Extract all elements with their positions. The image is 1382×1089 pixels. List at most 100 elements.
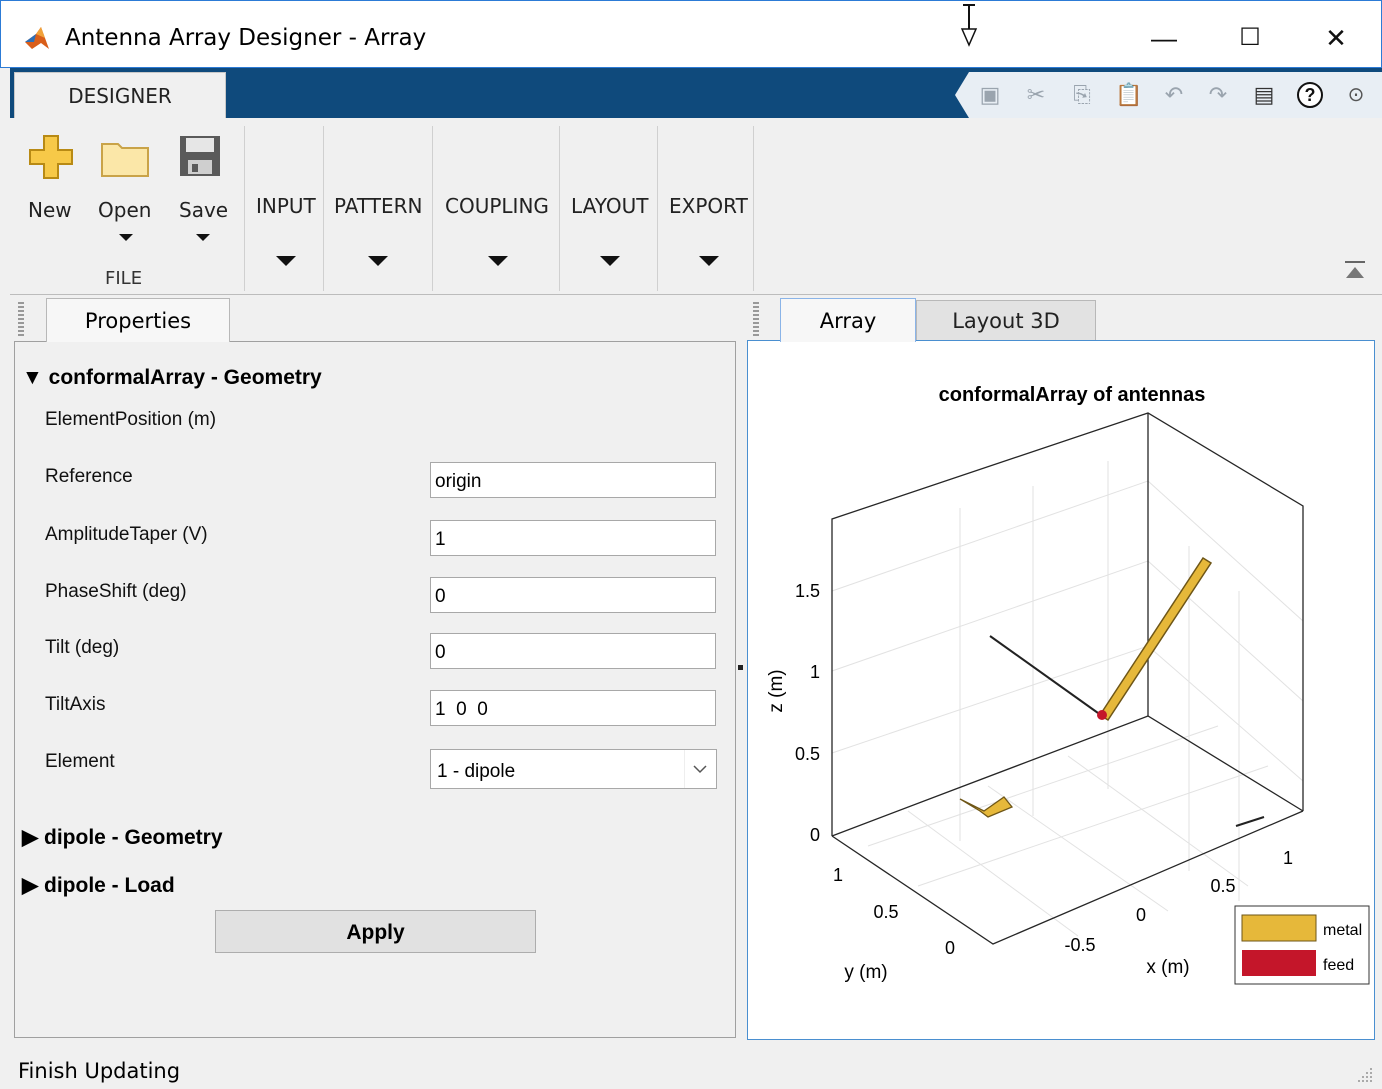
close-button[interactable]: ✕ bbox=[1306, 15, 1366, 61]
legend-metal-swatch bbox=[1241, 914, 1317, 942]
phase-shift-label: PhaseShift (deg) bbox=[45, 581, 187, 602]
reference-field[interactable]: origin bbox=[430, 462, 716, 498]
collapse-ribbon-icon[interactable] bbox=[1344, 260, 1366, 280]
section-conformal-geometry-label: conformalArray - Geometry bbox=[48, 366, 322, 389]
chart-legend: metal feed bbox=[1234, 905, 1370, 985]
open-folder-icon[interactable] bbox=[100, 138, 150, 178]
redo-icon[interactable]: ↷ bbox=[1205, 82, 1231, 108]
phase-shift-field[interactable]: 0 bbox=[430, 577, 716, 613]
x-tick-0.5: 0.5 bbox=[1210, 876, 1235, 896]
chevron-down-icon[interactable]: ⊙ bbox=[1343, 82, 1369, 108]
title-bar: Antenna Array Designer - Array — ☐ ✕ bbox=[0, 0, 1382, 68]
x-tick-minus0.5: -0.5 bbox=[1064, 935, 1095, 955]
dipole-element-1 bbox=[1098, 556, 1213, 722]
y-tick-0: 0 bbox=[945, 938, 955, 958]
feed-point bbox=[1097, 710, 1107, 720]
dipole-element-3 bbox=[1235, 816, 1265, 827]
collapsed-triangle-icon: ▶ bbox=[22, 874, 39, 897]
file-group-label: FILE bbox=[105, 268, 143, 289]
save-button[interactable]: Save bbox=[179, 198, 228, 222]
section-dipole-load[interactable]: ▶ dipole - Load bbox=[22, 873, 175, 898]
input-menu-button[interactable]: INPUT bbox=[256, 194, 316, 218]
tab-layout-3d[interactable]: Layout 3D bbox=[916, 300, 1096, 341]
layout-menu-button[interactable]: LAYOUT bbox=[571, 194, 648, 218]
pattern-menu-button[interactable]: PATTERN bbox=[334, 194, 423, 218]
coupling-menu-button[interactable]: COUPLING bbox=[445, 194, 549, 218]
status-text: Finish Updating bbox=[18, 1059, 181, 1083]
legend-feed-label: feed bbox=[1323, 957, 1354, 974]
save-disk-icon[interactable] bbox=[178, 134, 222, 178]
window-title: Antenna Array Designer - Array bbox=[65, 25, 427, 51]
element-position-label: ElementPosition (m) bbox=[45, 409, 217, 430]
dipole-element-2 bbox=[959, 796, 1014, 818]
section-dipole-load-label: dipole - Load bbox=[44, 874, 175, 897]
tab-designer[interactable]: DESIGNER bbox=[14, 72, 226, 118]
matlab-logo-icon bbox=[25, 27, 49, 49]
z-tick-0.5: 0.5 bbox=[795, 744, 820, 764]
y-tick-1: 1 bbox=[833, 865, 843, 885]
layout-caret-icon[interactable] bbox=[600, 256, 620, 266]
tab-properties[interactable]: Properties bbox=[46, 298, 230, 342]
quick-access-toolbar: ▣ ✂ ⎘ 📋 ↶ ↷ ▤ ? ⊙ bbox=[955, 72, 1382, 118]
amplitude-taper-field[interactable]: 1 bbox=[430, 520, 716, 556]
section-dipole-geometry-label: dipole - Geometry bbox=[44, 826, 223, 849]
collapsed-triangle-icon: ▶ bbox=[22, 826, 39, 849]
panel-grip-icon[interactable] bbox=[18, 302, 24, 338]
splitter-handle[interactable] bbox=[738, 665, 743, 670]
help-icon[interactable]: ? bbox=[1297, 82, 1323, 108]
apply-button[interactable]: Apply bbox=[215, 910, 536, 953]
section-dipole-geometry[interactable]: ▶ dipole - Geometry bbox=[22, 825, 223, 850]
minimize-button[interactable]: — bbox=[1134, 15, 1194, 61]
new-icon[interactable] bbox=[28, 134, 74, 180]
tab-array[interactable]: Array bbox=[780, 298, 916, 342]
export-menu-button[interactable]: EXPORT bbox=[669, 194, 748, 218]
z-tick-1.5: 1.5 bbox=[795, 581, 820, 601]
amplitude-taper-label: AmplitudeTaper (V) bbox=[45, 524, 208, 545]
export-caret-icon[interactable] bbox=[699, 256, 719, 266]
z-axis-label: z (m) bbox=[766, 669, 787, 712]
pattern-caret-icon[interactable] bbox=[368, 256, 388, 266]
legend-metal-label: metal bbox=[1323, 922, 1362, 939]
open-button[interactable]: Open bbox=[98, 198, 151, 222]
x-tick-1: 1 bbox=[1283, 848, 1293, 868]
input-caret-icon[interactable] bbox=[276, 256, 296, 266]
element-label: Element bbox=[45, 751, 115, 772]
status-bar: Finish Updating bbox=[0, 1050, 1382, 1089]
legend-feed-swatch bbox=[1242, 950, 1316, 976]
save-icon[interactable]: ▣ bbox=[977, 82, 1003, 108]
element-select[interactable]: 1 - dipole bbox=[430, 749, 717, 789]
coupling-caret-icon[interactable] bbox=[488, 256, 508, 266]
z-tick-1: 1 bbox=[810, 662, 820, 682]
chart-title: conformalArray of antennas bbox=[939, 384, 1206, 406]
undo-icon[interactable]: ↶ bbox=[1161, 82, 1187, 108]
open-caret-icon[interactable] bbox=[119, 234, 133, 241]
array-view-panel: conformalArray of antennas 1.5 1 0.5 0 z… bbox=[747, 340, 1375, 1040]
tilt-axis-label: TiltAxis bbox=[45, 694, 106, 715]
maximize-button[interactable]: ☐ bbox=[1220, 15, 1280, 61]
ribbon-body: New Open Save FILE INPUT PATTERN COUPLIN… bbox=[10, 118, 1382, 295]
tilt-label: Tilt (deg) bbox=[45, 637, 120, 658]
copy-icon[interactable]: ⎘ bbox=[1069, 82, 1095, 108]
x-axis-label: x (m) bbox=[1146, 957, 1189, 978]
paste-icon[interactable]: 📋 bbox=[1115, 82, 1142, 108]
new-button[interactable]: New bbox=[28, 198, 72, 222]
mouse-cursor-icon bbox=[960, 4, 978, 47]
element-select-value: 1 - dipole bbox=[437, 761, 516, 782]
tilt-field[interactable]: 0 bbox=[430, 633, 716, 669]
feed-line bbox=[989, 635, 1099, 714]
y-axis-label: y (m) bbox=[844, 962, 887, 983]
chevron-down-icon[interactable] bbox=[684, 750, 716, 788]
expanded-triangle-icon: ▼ bbox=[22, 366, 43, 389]
tilt-axis-field[interactable]: 1 0 0 bbox=[430, 690, 716, 726]
resize-grip-icon[interactable] bbox=[1356, 1066, 1374, 1084]
cut-icon[interactable]: ✂ bbox=[1023, 82, 1049, 108]
reference-label: Reference bbox=[45, 466, 133, 487]
array-3d-plot: conformalArray of antennas 1.5 1 0.5 0 z… bbox=[766, 384, 1370, 985]
x-tick-0: 0 bbox=[1136, 905, 1146, 925]
window-layout-icon[interactable]: ▤ bbox=[1251, 82, 1277, 108]
save-caret-icon[interactable] bbox=[196, 234, 210, 241]
panel-grip-icon[interactable] bbox=[753, 302, 759, 338]
section-conformal-geometry[interactable]: ▼ conformalArray - Geometry bbox=[22, 366, 322, 390]
z-tick-0: 0 bbox=[810, 825, 820, 845]
y-tick-0.5: 0.5 bbox=[873, 902, 898, 922]
